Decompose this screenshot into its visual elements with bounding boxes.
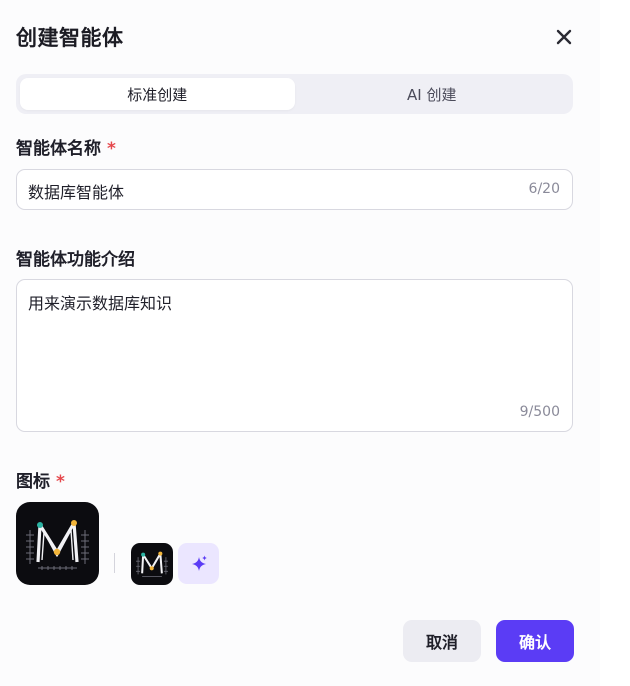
- selected-agent-icon[interactable]: [16, 502, 99, 585]
- ai-generate-icon-button[interactable]: [178, 543, 219, 584]
- agent-name-value: 数据库智能体: [28, 183, 125, 202]
- icon-divider: [114, 553, 115, 573]
- confirm-button[interactable]: 确认: [496, 620, 574, 662]
- dialog-header: 创建智能体: [16, 20, 572, 54]
- tab-standard-create[interactable]: 标准创建: [20, 78, 295, 110]
- icon-field-label: 图标 *: [16, 467, 65, 492]
- name-label-text: 智能体名称: [16, 139, 101, 159]
- creation-mode-tabs: 标准创建 AI 创建: [16, 74, 573, 114]
- name-field-label: 智能体名称 *: [16, 134, 116, 159]
- icon-option-default[interactable]: [131, 543, 173, 585]
- required-mark: *: [56, 472, 65, 492]
- tab-ai-create[interactable]: AI 创建: [295, 78, 570, 110]
- agent-logo-icon: [136, 551, 168, 577]
- agent-description-value: 用来演示数据库知识: [28, 294, 173, 313]
- cancel-button[interactable]: 取消: [403, 620, 481, 662]
- name-char-counter: 6/20: [528, 181, 560, 197]
- sparkle-icon: [191, 555, 207, 571]
- agent-description-textarea[interactable]: 用来演示数据库知识 9/500: [16, 279, 573, 432]
- dialog-title: 创建智能体: [16, 26, 124, 50]
- desc-field-label: 智能体功能介绍: [16, 250, 135, 270]
- close-button[interactable]: [550, 23, 578, 51]
- desc-char-counter: 9/500: [519, 404, 560, 420]
- close-icon: [556, 29, 572, 45]
- agent-logo-icon: [26, 520, 89, 570]
- icon-label-text: 图标: [16, 472, 50, 492]
- agent-name-input[interactable]: 数据库智能体 6/20: [16, 169, 573, 210]
- required-mark: *: [107, 139, 116, 159]
- create-agent-dialog: 创建智能体 标准创建 AI 创建 智能体名称 * 数据库智能体 6/20 智能体功…: [0, 0, 600, 686]
